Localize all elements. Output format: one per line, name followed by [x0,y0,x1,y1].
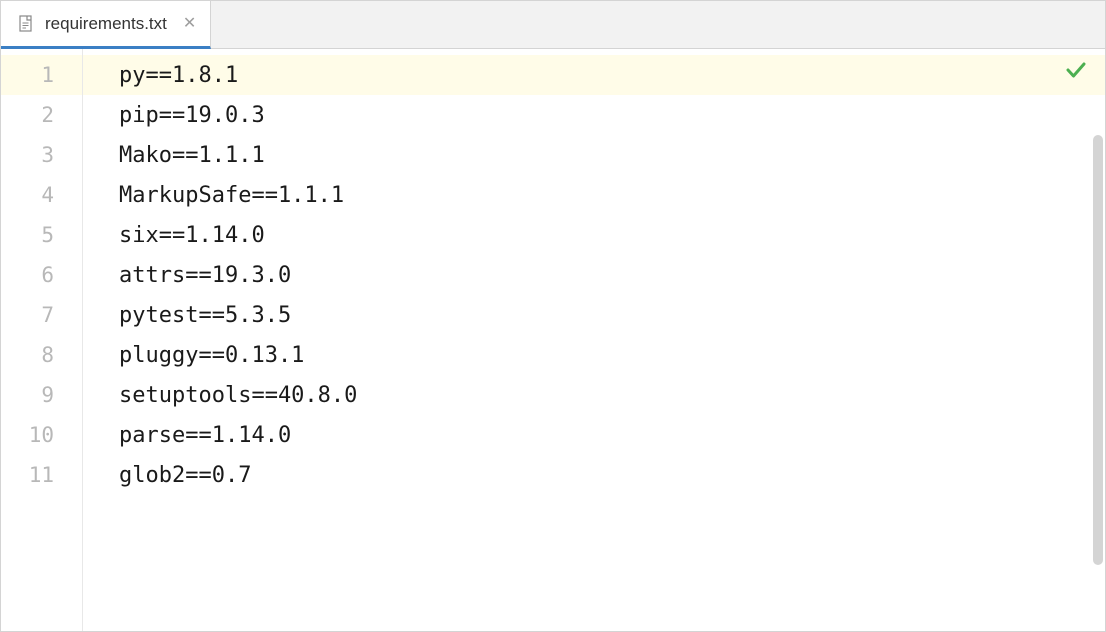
code-line[interactable]: six==1.14.0 [119,215,1105,255]
inspection-ok-icon[interactable] [1065,59,1087,87]
line-number: 6 [1,255,82,295]
line-number: 4 [1,175,82,215]
code-line[interactable]: setuptools==40.8.0 [119,375,1105,415]
close-icon[interactable]: ✕ [183,16,196,32]
gutter: 1234567891011 [1,49,83,631]
code-line[interactable]: pluggy==0.13.1 [119,335,1105,375]
tab-requirements[interactable]: requirements.txt ✕ [1,1,211,49]
line-number: 10 [1,415,82,455]
line-number: 2 [1,95,82,135]
line-number: 5 [1,215,82,255]
code-line[interactable]: py==1.8.1 [83,55,1105,95]
code-line[interactable]: parse==1.14.0 [119,415,1105,455]
line-number: 9 [1,375,82,415]
line-number: 7 [1,295,82,335]
tab-bar: requirements.txt ✕ [1,1,1105,49]
line-number: 1 [1,55,82,95]
code-line[interactable]: pytest==5.3.5 [119,295,1105,335]
editor: 1234567891011 py==1.8.1pip==19.0.3Mako==… [1,49,1105,631]
code-line[interactable]: glob2==0.7 [119,455,1105,495]
scrollbar[interactable] [1093,97,1103,629]
scrollbar-thumb[interactable] [1093,135,1103,565]
code-area[interactable]: py==1.8.1pip==19.0.3Mako==1.1.1MarkupSaf… [83,49,1105,631]
code-line[interactable]: MarkupSafe==1.1.1 [119,175,1105,215]
line-number: 11 [1,455,82,495]
code-line[interactable]: Mako==1.1.1 [119,135,1105,175]
code-line[interactable]: pip==19.0.3 [119,95,1105,135]
file-icon [17,15,35,33]
line-number: 3 [1,135,82,175]
line-number: 8 [1,335,82,375]
code-line[interactable]: attrs==19.3.0 [119,255,1105,295]
tab-label: requirements.txt [45,14,167,34]
